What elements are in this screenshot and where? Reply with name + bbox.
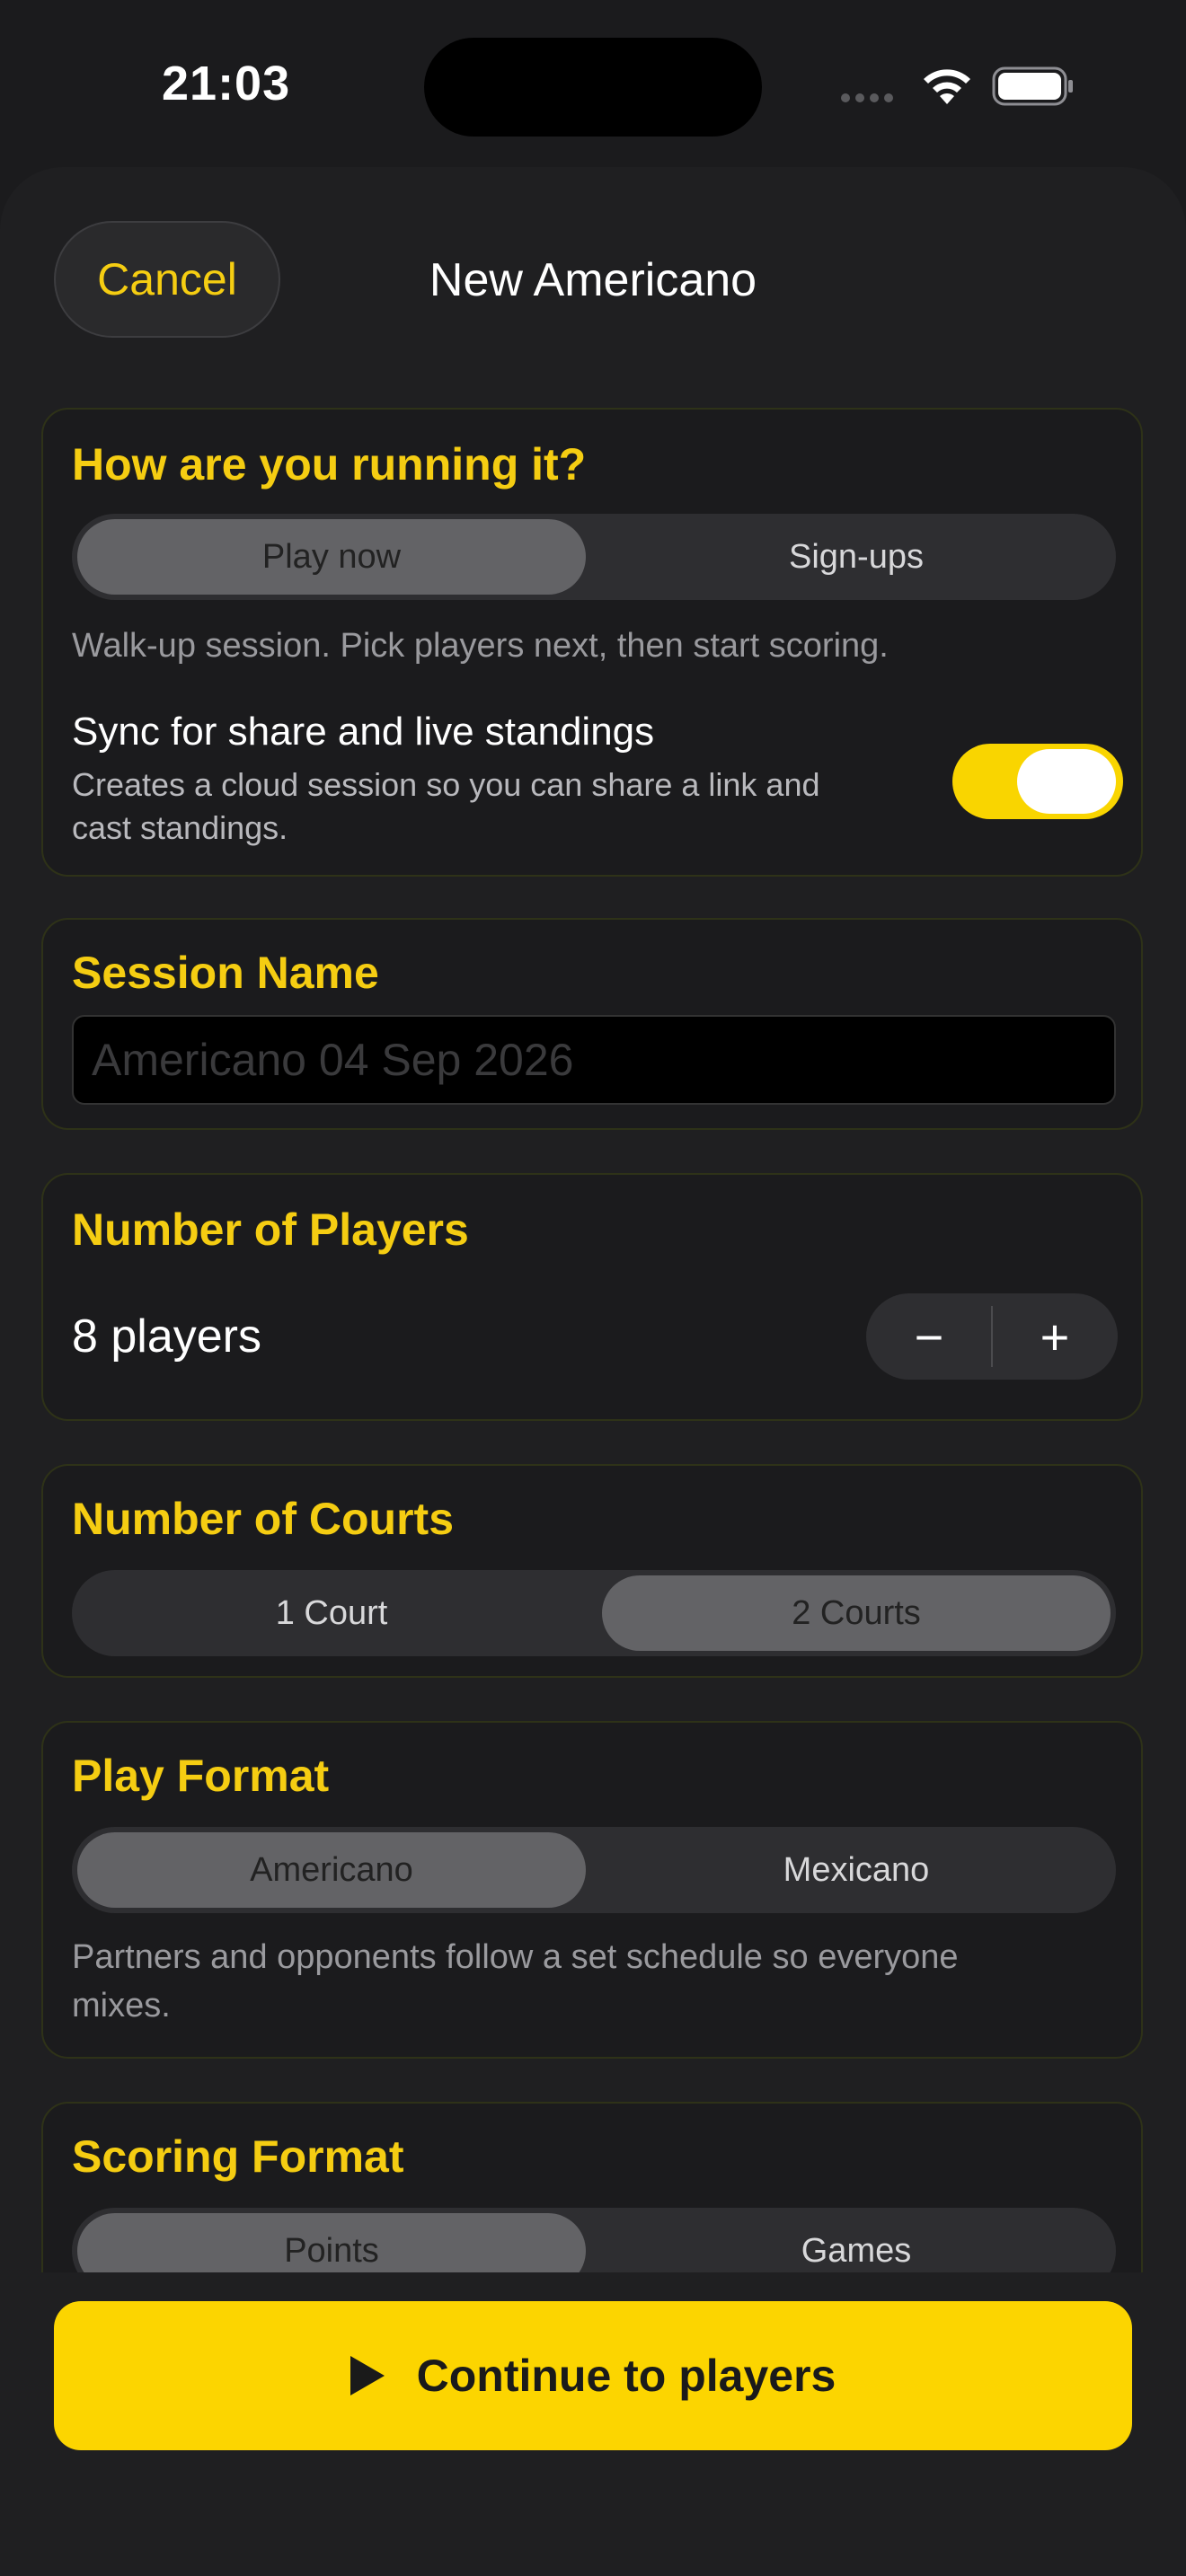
players-card: Number of Players 8 players − + — [41, 1173, 1143, 1421]
form-scroll-area[interactable]: How are you running it? Play now Sign-up… — [0, 377, 1186, 2272]
play-format-title: Play Format — [72, 1751, 330, 1801]
players-title: Number of Players — [72, 1204, 469, 1255]
run-mode-card: How are you running it? Play now Sign-up… — [41, 408, 1143, 877]
sync-title: Sync for share and live standings — [72, 710, 655, 754]
decrement-button[interactable]: − — [866, 1293, 992, 1380]
segment-mexicano[interactable]: Mexicano — [602, 1832, 1111, 1908]
players-count: 8 players — [72, 1310, 261, 1363]
battery-icon — [992, 66, 1073, 106]
courts-segmented-control: 1 Court 2 Courts — [72, 1570, 1116, 1656]
play-format-helper: Partners and opponents follow a set sche… — [72, 1938, 959, 2025]
session-name-card: Session Name Americano 04 Sep 2026 — [41, 918, 1143, 1130]
scoring-format-card: Scoring Format Points Games — [41, 2102, 1143, 2272]
continue-button[interactable]: Continue to players — [54, 2301, 1132, 2450]
sync-subtitle: Creates a cloud session so you can share… — [72, 766, 820, 846]
play-format-card: Play Format Americano Mexicano Partners … — [41, 1721, 1143, 2059]
toggle-knob — [1017, 749, 1116, 814]
segment-games[interactable]: Games — [602, 2213, 1111, 2272]
segment-play-now[interactable]: Play now — [77, 519, 586, 595]
play-format-segmented-control: Americano Mexicano — [72, 1827, 1116, 1913]
sync-toggle[interactable] — [952, 744, 1123, 819]
segment-1-court[interactable]: 1 Court — [77, 1575, 586, 1651]
segment-2-courts[interactable]: 2 Courts — [602, 1575, 1111, 1651]
scoring-format-title: Scoring Format — [72, 2131, 404, 2182]
segment-points[interactable]: Points — [77, 2213, 586, 2272]
session-name-input[interactable]: Americano 04 Sep 2026 — [72, 1015, 1116, 1105]
players-stepper: − + — [866, 1293, 1118, 1380]
courts-title: Number of Courts — [72, 1494, 454, 1544]
continue-label: Continue to players — [416, 2351, 836, 2401]
cellular-signal-icon — [841, 93, 893, 102]
segment-sign-ups[interactable]: Sign-ups — [602, 519, 1111, 595]
scoring-format-segmented-control: Points Games — [72, 2208, 1116, 2272]
wifi-icon — [924, 69, 970, 104]
dynamic-island — [424, 38, 762, 137]
run-mode-title: How are you running it? — [72, 439, 587, 490]
session-name-title: Session Name — [72, 948, 379, 998]
page-title: New Americano — [429, 254, 757, 306]
play-icon — [350, 2356, 385, 2395]
increment-button[interactable]: + — [992, 1293, 1118, 1380]
segment-americano[interactable]: Americano — [77, 1832, 586, 1908]
run-mode-helper: Walk-up session. Pick players next, then… — [72, 627, 889, 665]
status-bar: 21:03 — [0, 0, 1186, 171]
status-time: 21:03 — [162, 57, 291, 110]
courts-card: Number of Courts 1 Court 2 Courts — [41, 1464, 1143, 1678]
run-mode-segmented-control: Play now Sign-ups — [72, 514, 1116, 600]
